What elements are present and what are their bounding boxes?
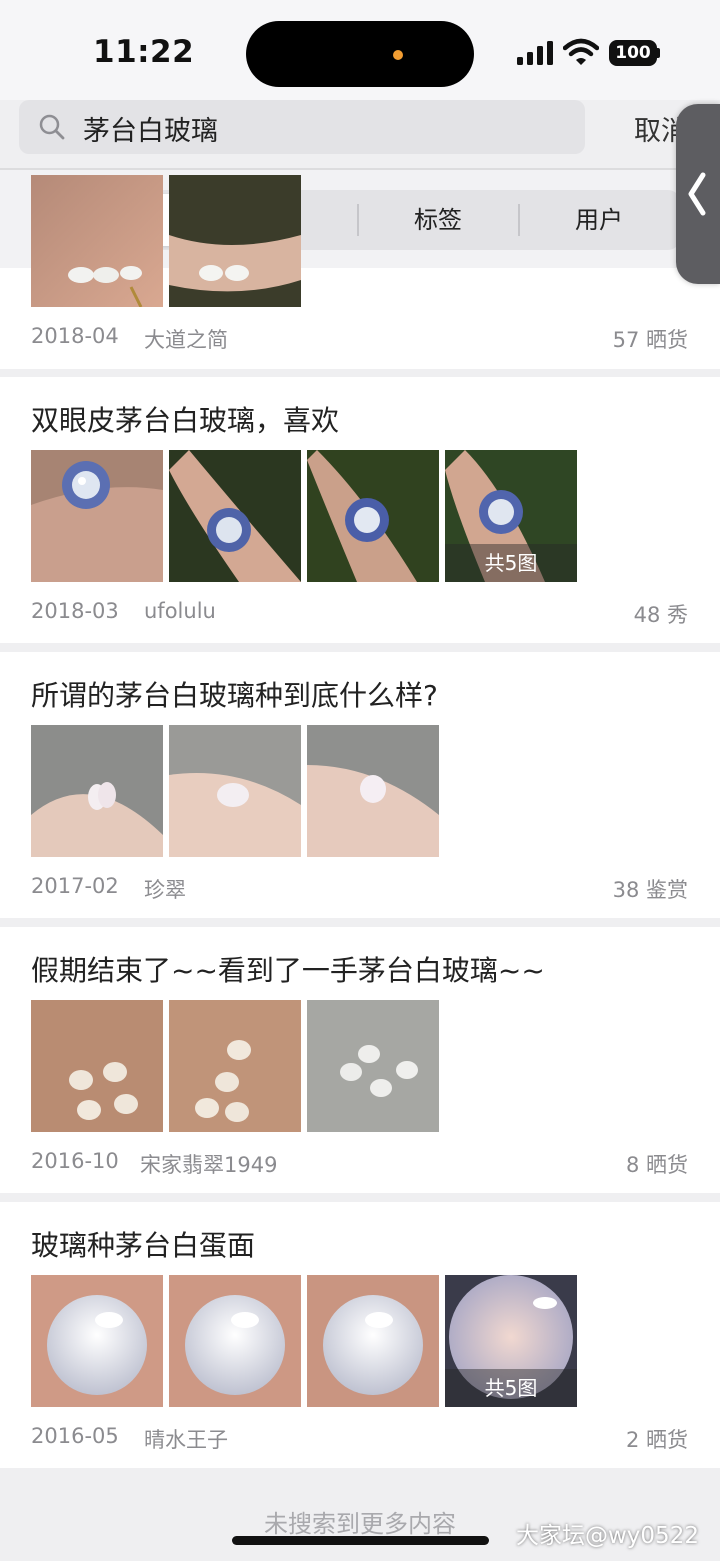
- post-thumbnail[interactable]: [169, 725, 301, 857]
- post-title[interactable]: 所谓的茅台白玻璃种到底什么样?: [31, 674, 438, 714]
- home-indicator[interactable]: [232, 1536, 489, 1545]
- post-thumbnail[interactable]: [169, 1000, 301, 1132]
- post-card[interactable]: 假期结束了~~看到了一手茅台白玻璃~~ 2016-10 宋家翡翠1949 8 晒…: [0, 927, 720, 1193]
- post-thumbnail[interactable]: [307, 1275, 439, 1407]
- post-thumbnail[interactable]: [31, 1275, 163, 1407]
- search-query-text[interactable]: 茅台白玻璃: [83, 109, 218, 148]
- side-drawer-handle[interactable]: [676, 104, 720, 284]
- post-card[interactable]: 所谓的茅台白玻璃种到底什么样? 2017-02 珍翠 38 鉴赏: [0, 652, 720, 918]
- post-thumbnail[interactable]: 共5图: [445, 1275, 577, 1407]
- battery-tip: [657, 48, 660, 58]
- post-author[interactable]: 大道之简: [144, 324, 228, 354]
- post-date: 2018-04: [31, 324, 119, 348]
- post-thumbnail[interactable]: [169, 175, 301, 307]
- post-title[interactable]: 玻璃种茅台白蛋面: [31, 1224, 255, 1264]
- post-author[interactable]: 宋家翡翠1949: [140, 1149, 277, 1179]
- privacy-indicator-dot: [393, 50, 403, 60]
- chevron-left-icon: [688, 172, 706, 216]
- post-thumbnail[interactable]: [307, 1000, 439, 1132]
- post-date: 2016-10: [31, 1149, 119, 1173]
- tab-tags[interactable]: 标签: [359, 190, 517, 250]
- post-card[interactable]: 2018-04 大道之简 57 晒货: [0, 175, 720, 369]
- post-stat: 48 秀: [633, 603, 688, 627]
- cellular-signal-icon: [517, 41, 553, 65]
- post-thumbnail[interactable]: 共5图: [445, 450, 577, 582]
- search-icon: [39, 114, 65, 140]
- post-card[interactable]: 玻璃种茅台白蛋面 共5图 2016-05 晴水王子 2 晒货: [0, 1202, 720, 1468]
- post-thumbnail[interactable]: [31, 450, 163, 582]
- post-thumbnail[interactable]: [31, 175, 163, 307]
- post-date: 2016-05: [31, 1424, 119, 1448]
- post-author[interactable]: 珍翠: [144, 874, 186, 904]
- status-time: 11:22: [93, 34, 195, 70]
- post-title[interactable]: 假期结束了~~看到了一手茅台白玻璃~~: [31, 949, 545, 989]
- post-thumbnail[interactable]: [31, 1000, 163, 1132]
- post-date: 2018-03: [31, 599, 119, 623]
- post-author[interactable]: ufolulu: [144, 599, 216, 623]
- post-date: 2017-02: [31, 874, 119, 898]
- wifi-icon: [563, 38, 599, 65]
- dynamic-island: [246, 21, 474, 87]
- battery-icon: 100: [609, 40, 657, 66]
- image-count-badge: 共5图: [445, 1369, 577, 1407]
- post-card[interactable]: 双眼皮茅台白玻璃，喜欢 共5图 2018-03 ufolulu 48 秀: [0, 377, 720, 643]
- post-stat: 2 晒货: [625, 1428, 688, 1452]
- post-thumbnail[interactable]: [169, 450, 301, 582]
- status-bar: 11:22 100: [0, 0, 720, 100]
- post-title[interactable]: 双眼皮茅台白玻璃，喜欢: [31, 399, 339, 439]
- tab-users[interactable]: 用户: [520, 190, 678, 250]
- image-count-badge: 共5图: [445, 544, 577, 582]
- post-stat: 38 鉴赏: [612, 878, 688, 902]
- post-thumbnail[interactable]: [307, 450, 439, 582]
- post-thumbnail[interactable]: [169, 1275, 301, 1407]
- watermark: 大家坛@wy0522: [516, 1523, 699, 1549]
- post-thumbnail[interactable]: [31, 725, 163, 857]
- post-author[interactable]: 晴水王子: [144, 1424, 228, 1454]
- post-thumbnail[interactable]: [307, 725, 439, 857]
- post-stat: 8 晒货: [625, 1153, 688, 1177]
- post-stat: 57 晒货: [612, 328, 688, 352]
